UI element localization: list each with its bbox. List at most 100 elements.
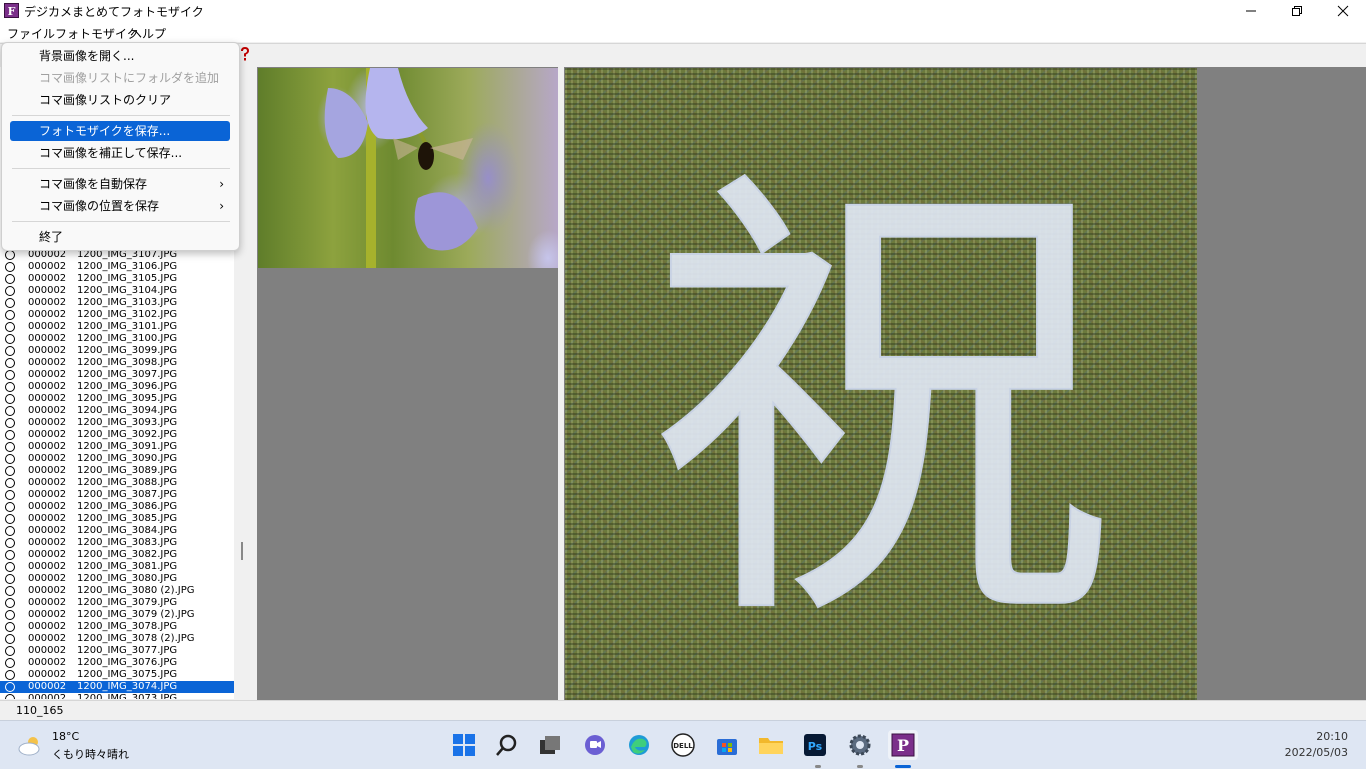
radio-icon[interactable] [5,358,15,368]
list-item[interactable]: 000002 1200_IMG_3094.JPG [0,405,234,417]
menu-save-frame-positions[interactable]: コマ画像の位置を保存 › [10,196,230,216]
radio-icon[interactable] [5,478,15,488]
list-item[interactable]: 000002 1200_IMG_3081.JPG [0,561,234,573]
radio-icon[interactable] [5,694,15,699]
radio-icon[interactable] [5,466,15,476]
radio-icon[interactable] [5,310,15,320]
list-item[interactable]: 000002 1200_IMG_3084.JPG [0,525,234,537]
radio-icon[interactable] [5,634,15,644]
radio-icon[interactable] [5,526,15,536]
radio-icon[interactable] [5,346,15,356]
list-item[interactable]: 000002 1200_IMG_3076.JPG [0,657,234,669]
clock-date[interactable]: 2022/05/03 [1285,746,1348,759]
radio-icon[interactable] [5,598,15,608]
list-item[interactable]: 000002 1200_IMG_3080.JPG [0,573,234,585]
list-item[interactable]: 000002 1200_IMG_3106.JPG [0,261,234,273]
list-item[interactable]: 000002 1200_IMG_3103.JPG [0,297,234,309]
radio-icon[interactable] [5,454,15,464]
store-icon[interactable] [712,730,742,760]
radio-icon[interactable] [5,490,15,500]
list-item[interactable]: 000002 1200_IMG_3100.JPG [0,333,234,345]
radio-icon[interactable] [5,562,15,572]
radio-icon[interactable] [5,406,15,416]
radio-icon[interactable] [5,370,15,380]
maximize-button[interactable] [1274,0,1320,22]
list-item[interactable]: 000002 1200_IMG_3102.JPG [0,309,234,321]
list-item[interactable]: 000002 1200_IMG_3087.JPG [0,489,234,501]
radio-icon[interactable] [5,502,15,512]
menu-save-mosaic[interactable]: フォトモザイクを保存... [10,121,230,141]
weather-widget[interactable] [16,730,46,760]
list-item[interactable]: 000002 1200_IMG_3097.JPG [0,369,234,381]
radio-icon[interactable] [5,670,15,680]
radio-icon[interactable] [5,586,15,596]
radio-icon[interactable] [5,538,15,548]
list-item[interactable]: 000002 1200_IMG_3088.JPG [0,477,234,489]
radio-icon[interactable] [5,286,15,296]
radio-icon[interactable] [5,334,15,344]
menu-exit[interactable]: 終了 [10,227,230,247]
menu-auto-save-frames[interactable]: コマ画像を自動保存 › [10,174,230,194]
menu-file[interactable]: ファイル [7,25,55,42]
clock-time[interactable]: 20:10 [1316,730,1348,743]
radio-icon[interactable] [5,646,15,656]
list-item[interactable]: 000002 1200_IMG_3075.JPG [0,669,234,681]
menu-open-background[interactable]: 背景画像を開く... [10,46,230,66]
list-item[interactable]: 000002 1200_IMG_3083.JPG [0,537,234,549]
list-item[interactable]: 000002 1200_IMG_3105.JPG [0,273,234,285]
list-item[interactable]: 000002 1200_IMG_3077.JPG [0,645,234,657]
radio-icon[interactable] [5,250,15,260]
radio-icon[interactable] [5,550,15,560]
close-button[interactable] [1320,0,1366,22]
list-item[interactable]: 000002 1200_IMG_3092.JPG [0,429,234,441]
minimize-button[interactable] [1228,0,1274,22]
radio-icon[interactable] [5,610,15,620]
menu-clear-list[interactable]: コマ画像リストのクリア [10,90,230,110]
list-item[interactable]: 000002 1200_IMG_3096.JPG [0,381,234,393]
list-item[interactable]: 000002 1200_IMG_3090.JPG [0,453,234,465]
list-item[interactable]: 000002 1200_IMG_3091.JPG [0,441,234,453]
list-item[interactable]: 000002 1200_IMG_3098.JPG [0,357,234,369]
radio-icon[interactable] [5,658,15,668]
scrollbar-thumb[interactable] [241,542,243,560]
settings-icon[interactable] [845,730,875,760]
photomosaic-app-icon[interactable]: P [888,730,918,760]
list-item[interactable]: 000002 1200_IMG_3099.JPG [0,345,234,357]
radio-icon[interactable] [5,382,15,392]
menu-save-corrected-frames[interactable]: コマ画像を補正して保存... [10,143,230,163]
list-item[interactable]: 000002 1200_IMG_3074.JPG [0,681,234,693]
radio-icon[interactable] [5,430,15,440]
list-item[interactable]: 000002 1200_IMG_3082.JPG [0,549,234,561]
help-icon[interactable] [238,46,252,62]
radio-icon[interactable] [5,274,15,284]
list-item[interactable]: 000002 1200_IMG_3078 (2).JPG [0,633,234,645]
list-item[interactable]: 000002 1200_IMG_3104.JPG [0,285,234,297]
radio-icon[interactable] [5,418,15,428]
radio-icon[interactable] [5,298,15,308]
radio-icon[interactable] [5,442,15,452]
list-item[interactable]: 000002 1200_IMG_3086.JPG [0,501,234,513]
edge-icon[interactable] [624,730,654,760]
menu-help[interactable]: ヘルプ [130,25,166,42]
list-item[interactable]: 000002 1200_IMG_3080 (2).JPG [0,585,234,597]
list-item[interactable]: 000002 1200_IMG_3093.JPG [0,417,234,429]
list-item[interactable]: 000002 1200_IMG_3073.JPG [0,693,234,699]
list-item[interactable]: 000002 1200_IMG_3079 (2).JPG [0,609,234,621]
list-item[interactable]: 000002 1200_IMG_3078.JPG [0,621,234,633]
list-item[interactable]: 000002 1200_IMG_3089.JPG [0,465,234,477]
radio-icon[interactable] [5,394,15,404]
task-view-icon[interactable] [535,730,565,760]
radio-icon[interactable] [5,322,15,332]
list-item[interactable]: 000002 1200_IMG_3101.JPG [0,321,234,333]
chat-icon[interactable] [580,730,610,760]
list-item[interactable]: 000002 1200_IMG_3079.JPG [0,597,234,609]
list-item[interactable]: 000002 1200_IMG_3085.JPG [0,513,234,525]
menu-photomosaic[interactable]: フォトモザイク [55,25,139,42]
radio-icon[interactable] [5,262,15,272]
search-icon[interactable] [492,730,522,760]
radio-icon[interactable] [5,514,15,524]
radio-icon[interactable] [5,574,15,584]
list-item[interactable]: 000002 1200_IMG_3095.JPG [0,393,234,405]
radio-icon[interactable] [5,682,15,692]
windows-start-icon[interactable] [449,730,479,760]
